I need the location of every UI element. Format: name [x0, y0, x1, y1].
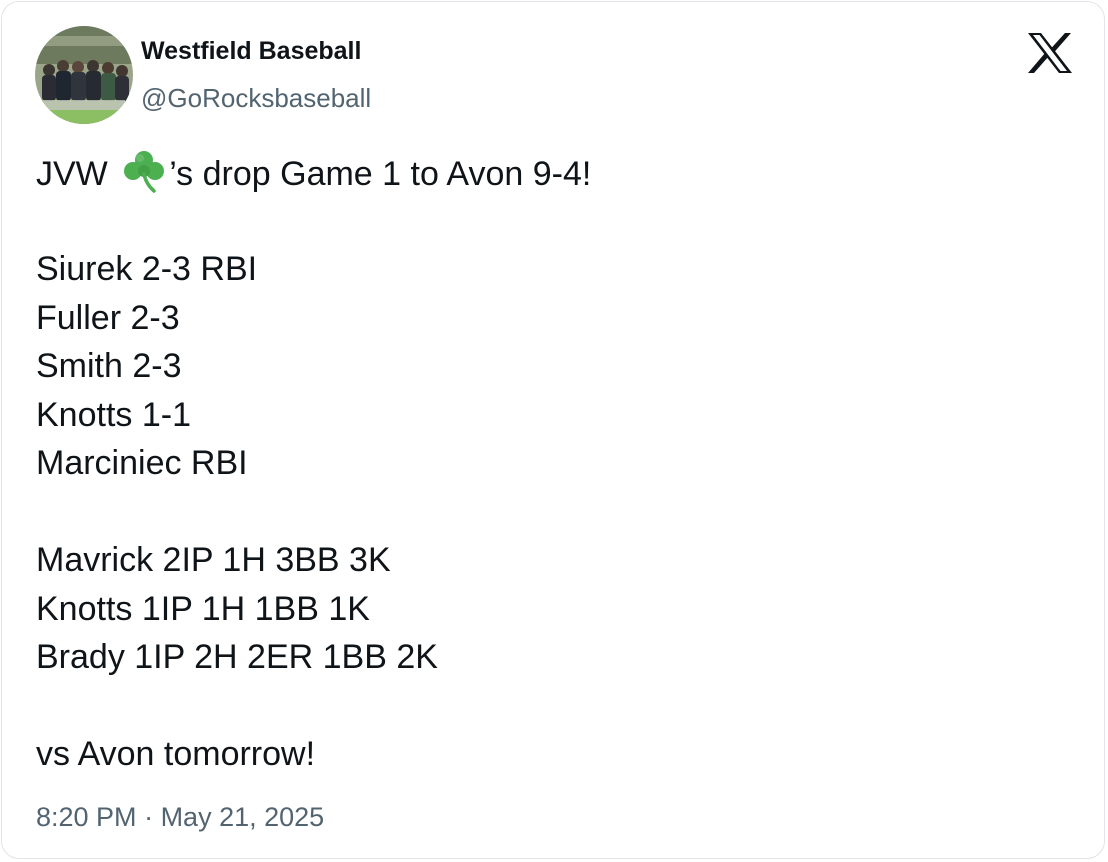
- author-handle[interactable]: @GoRocksbaseball: [141, 83, 371, 114]
- timestamp-date: May 21, 2025: [160, 802, 325, 832]
- author-display-name[interactable]: Westfield Baseball: [141, 37, 361, 66]
- tweet-card: Westfield Baseball @GoRocksbaseball JVW …: [1, 1, 1105, 859]
- batting-line: Fuller 2-3: [36, 298, 180, 337]
- shamrock-icon: [121, 148, 167, 194]
- tweet-headline: JVW ’s drop Game 1 to Avon 9-4!: [36, 148, 1076, 197]
- pitching-line: Knotts 1IP 1H 1BB 1K: [36, 589, 370, 628]
- timestamp-separator: ·: [136, 802, 161, 832]
- tweet-timestamp[interactable]: 8:20 PM · May 21, 2025: [36, 802, 324, 833]
- batting-line: Siurek 2-3 RBI: [36, 250, 258, 288]
- batting-line: Knotts 1-1: [36, 395, 191, 434]
- pitching-line: Brady 1IP 2H 2ER 1BB 2K: [36, 638, 438, 676]
- avatar-team-photo: [35, 26, 133, 124]
- headline-text: ’s drop Game 1 to Avon 9-4!: [169, 155, 592, 193]
- batting-line: Smith 2-3: [36, 347, 182, 385]
- x-logo-icon[interactable]: [1027, 32, 1073, 74]
- batting-line: Marciniec RBI: [36, 444, 248, 482]
- pitching-line: Mavrick 2IP 1H 3BB 3K: [36, 541, 391, 579]
- timestamp-time: 8:20 PM: [36, 802, 137, 832]
- closing-line: vs Avon tomorrow!: [36, 735, 316, 773]
- avatar[interactable]: [35, 26, 133, 124]
- headline-team: JVW: [36, 155, 108, 193]
- tweet-text: JVW ’s drop Game 1 to Avon 9-4! Siurek 2…: [36, 148, 1076, 779]
